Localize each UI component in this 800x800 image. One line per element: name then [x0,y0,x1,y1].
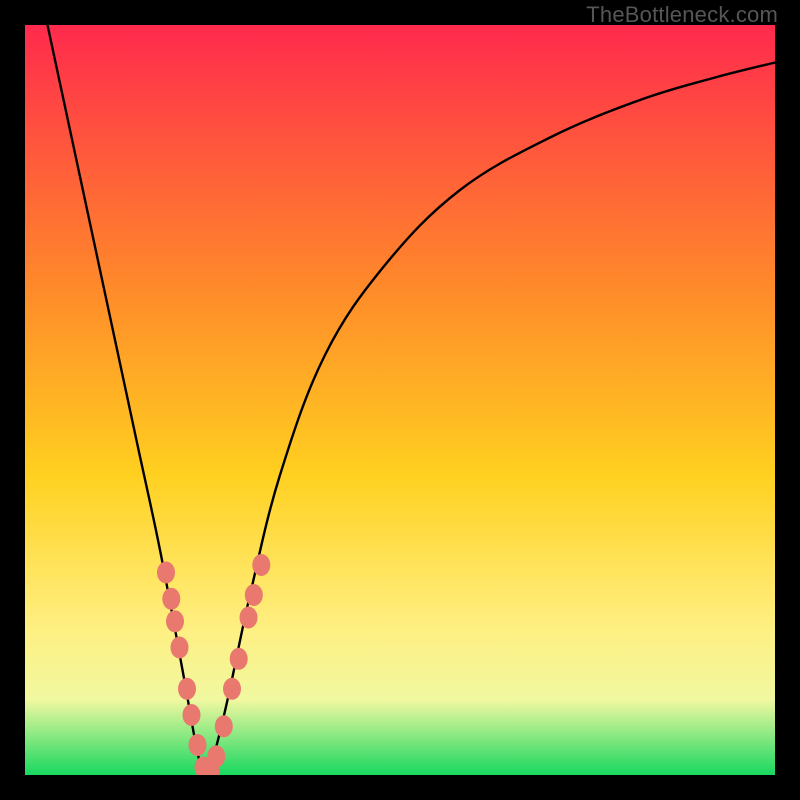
data-dot [240,607,258,629]
data-dot [252,554,270,576]
data-dot [166,610,184,632]
data-dot [223,678,241,700]
data-dot [215,715,233,737]
chart-frame [25,25,775,775]
data-dot [230,648,248,670]
data-dot [178,678,196,700]
data-dot [171,637,189,659]
data-dot [207,745,225,767]
data-dot [245,584,263,606]
data-dot [189,734,207,756]
data-dot [183,704,201,726]
data-dot [157,562,175,584]
bottleneck-chart [25,25,775,775]
gradient-background [25,25,775,775]
data-dot [162,588,180,610]
